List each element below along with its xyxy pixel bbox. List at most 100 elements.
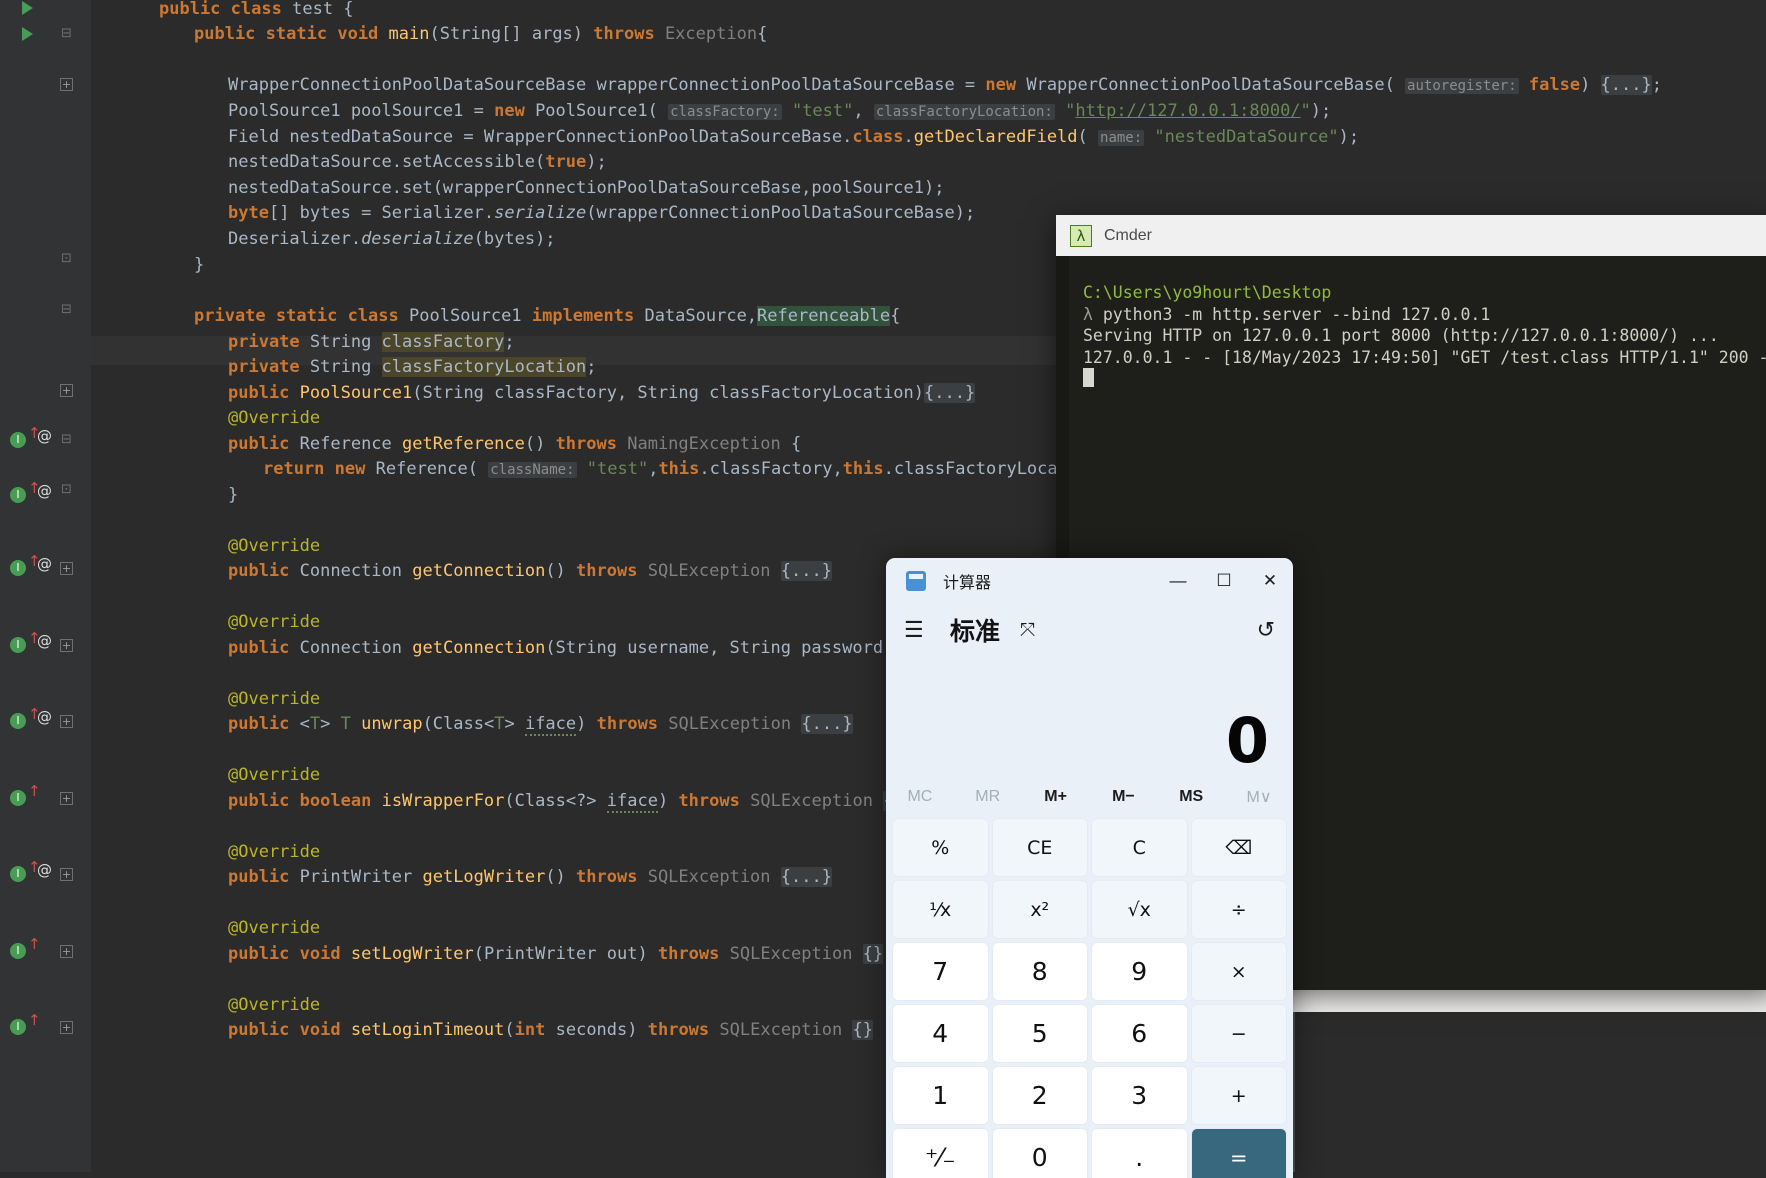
- calculator-keypad[interactable]: % CE C ⌫ ⅟x x² √x ÷ 7 8 9 × 4 5 6 − 1 2 …: [886, 818, 1293, 1178]
- fold-expand-icon[interactable]: +: [60, 792, 73, 805]
- desktop-strip: [1293, 987, 1766, 1012]
- key-2[interactable]: 2: [991, 1066, 1088, 1125]
- override-gutter-icon[interactable]: ↑: [28, 937, 41, 952]
- key-decimal[interactable]: .: [1091, 1128, 1188, 1178]
- fold-expand-icon[interactable]: +: [60, 1021, 73, 1034]
- backspace-icon-key[interactable]: ⌫: [1190, 818, 1287, 877]
- implements-gutter-icon[interactable]: I: [10, 432, 26, 448]
- code-line[interactable]: PoolSource1 poolSource1 = new PoolSource…: [91, 97, 1766, 126]
- code-line[interactable]: WrapperConnectionPoolDataSourceBase wrap…: [91, 71, 1766, 100]
- code-line[interactable]: nestedDataSource.setAccessible(true);: [91, 148, 1766, 177]
- close-button[interactable]: ✕: [1247, 558, 1293, 604]
- fold-expand-icon[interactable]: +: [60, 945, 73, 958]
- fold-expand-icon[interactable]: +: [60, 715, 73, 728]
- command-text: python3 -m http.server --bind 127.0.0.1: [1102, 304, 1491, 324]
- annotation-gutter-icon[interactable]: @: [37, 708, 52, 726]
- cmder-titlebar[interactable]: λ Cmder: [1056, 215, 1766, 256]
- terminal-cursor-line: [1083, 368, 1766, 390]
- code-line[interactable]: public static void main(String[] args) t…: [91, 20, 1766, 49]
- calculator-window[interactable]: 计算器 — ☐ ✕ ☰ 标准 ⤧ ↺ 0 MC MR M+ M− MS M∨ %…: [886, 558, 1293, 1178]
- terminal-line-path: C:\Users\yo9hourt\Desktop: [1083, 283, 1332, 302]
- memory-add-button[interactable]: M+: [1022, 788, 1090, 806]
- key-subtract[interactable]: −: [1190, 1004, 1287, 1063]
- key-equals[interactable]: =: [1190, 1128, 1287, 1178]
- display-value: 0: [1225, 704, 1269, 777]
- implements-gutter-icon[interactable]: I: [10, 487, 26, 503]
- memory-store-button[interactable]: MS: [1157, 788, 1225, 806]
- key-3[interactable]: 3: [1091, 1066, 1188, 1125]
- key-multiply[interactable]: ×: [1190, 942, 1287, 1001]
- key-reciprocal[interactable]: ⅟x: [892, 880, 989, 939]
- fold-expand-icon[interactable]: +: [60, 639, 73, 652]
- calculator-display: 0: [886, 656, 1293, 776]
- fold-collapse-icon[interactable]: ⊡: [60, 483, 73, 496]
- annotation-gutter-icon[interactable]: @: [37, 482, 52, 500]
- keep-on-top-icon[interactable]: ⤧: [1020, 619, 1035, 641]
- key-5[interactable]: 5: [991, 1004, 1088, 1063]
- history-icon[interactable]: ↺: [1257, 617, 1275, 643]
- editor-fold-rail[interactable]: [53, 0, 92, 1172]
- calculator-mode-label: 标准: [950, 617, 1001, 646]
- fold-collapse-icon[interactable]: ⊟: [60, 27, 73, 40]
- implements-gutter-icon[interactable]: I: [10, 560, 26, 576]
- memory-list-button[interactable]: M∨: [1225, 787, 1293, 807]
- calculator-titlebar[interactable]: 计算器 — ☐ ✕: [886, 558, 1293, 604]
- lambda-icon: λ: [1070, 224, 1092, 247]
- fold-collapse-icon[interactable]: ⊟: [60, 303, 73, 316]
- implements-gutter-icon[interactable]: I: [10, 1019, 26, 1035]
- calculator-app-icon: [906, 571, 926, 591]
- fold-expand-icon[interactable]: +: [60, 78, 73, 91]
- implements-gutter-icon[interactable]: I: [10, 790, 26, 806]
- memory-subtract-button[interactable]: M−: [1089, 788, 1157, 806]
- run-gutter-icon[interactable]: [22, 1, 36, 15]
- key-divide[interactable]: ÷: [1190, 880, 1287, 939]
- fold-expand-icon[interactable]: +: [60, 384, 73, 397]
- prompt-lambda: λ: [1083, 304, 1103, 324]
- key-8[interactable]: 8: [991, 942, 1088, 1001]
- fold-collapse-icon[interactable]: ⊡: [60, 252, 73, 265]
- terminal-line-output: Serving HTTP on 127.0.0.1 port 8000 (htt…: [1083, 326, 1719, 345]
- fold-expand-icon[interactable]: +: [60, 562, 73, 575]
- override-gutter-icon[interactable]: ↑: [28, 784, 41, 799]
- key-4[interactable]: 4: [892, 1004, 989, 1063]
- implements-gutter-icon[interactable]: I: [10, 943, 26, 959]
- key-clear-entry[interactable]: CE: [991, 818, 1088, 877]
- key-percent[interactable]: %: [892, 818, 989, 877]
- key-sign-toggle[interactable]: ⁺⁄₋: [892, 1128, 989, 1178]
- cmder-title-text: Cmder: [1104, 226, 1153, 244]
- key-0[interactable]: 0: [991, 1128, 1088, 1178]
- fold-expand-icon[interactable]: +: [60, 868, 73, 881]
- maximize-button[interactable]: ☐: [1201, 558, 1247, 604]
- annotation-gutter-icon[interactable]: @: [37, 427, 52, 445]
- key-clear[interactable]: C: [1091, 818, 1188, 877]
- memory-recall-button[interactable]: MR: [954, 788, 1022, 806]
- override-gutter-icon[interactable]: ↑: [28, 1013, 41, 1028]
- key-7[interactable]: 7: [892, 942, 989, 1001]
- key-1[interactable]: 1: [892, 1066, 989, 1125]
- key-square[interactable]: x²: [991, 880, 1088, 939]
- implements-gutter-icon[interactable]: I: [10, 866, 26, 882]
- implements-gutter-icon[interactable]: I: [10, 713, 26, 729]
- editor-gutter[interactable]: [0, 0, 53, 1172]
- window-controls[interactable]: — ☐ ✕: [1155, 558, 1293, 604]
- implements-gutter-icon[interactable]: I: [10, 637, 26, 653]
- key-square-root[interactable]: √x: [1091, 880, 1188, 939]
- calculator-mode-bar[interactable]: ☰ 标准 ⤧ ↺: [886, 604, 1293, 656]
- annotation-gutter-icon[interactable]: @: [37, 555, 52, 573]
- key-6[interactable]: 6: [1091, 1004, 1188, 1063]
- terminal-line-command: λ python3 -m http.server --bind 127.0.0.…: [1083, 304, 1766, 326]
- key-add[interactable]: +: [1190, 1066, 1287, 1125]
- desktop-background-lower: [1293, 1012, 1766, 1172]
- memory-clear-button[interactable]: MC: [886, 788, 954, 806]
- fold-collapse-icon[interactable]: ⊟: [60, 433, 73, 446]
- terminal-line-output: 127.0.0.1 - - [18/May/2023 17:49:50] "GE…: [1083, 347, 1766, 367]
- run-gutter-icon[interactable]: [22, 27, 36, 41]
- text-cursor: [1083, 368, 1094, 387]
- annotation-gutter-icon[interactable]: @: [37, 861, 52, 879]
- calculator-title-text: 计算器: [943, 575, 992, 592]
- annotation-gutter-icon[interactable]: @: [37, 632, 52, 650]
- minimize-button[interactable]: —: [1155, 558, 1201, 604]
- hamburger-menu-icon[interactable]: ☰: [904, 617, 938, 643]
- memory-key-row[interactable]: MC MR M+ M− MS M∨: [886, 776, 1293, 818]
- key-9[interactable]: 9: [1091, 942, 1188, 1001]
